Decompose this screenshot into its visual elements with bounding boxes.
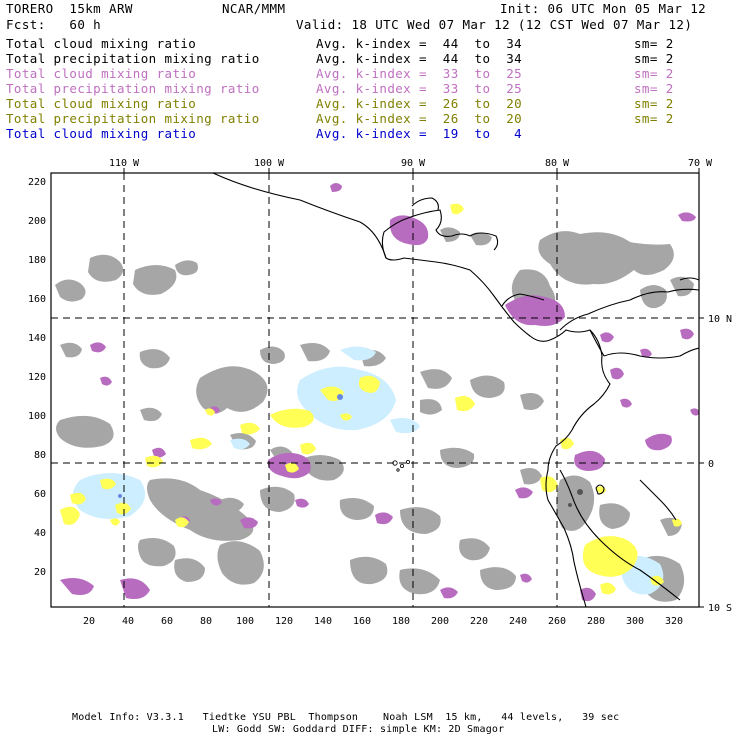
x-tick-label: 60 bbox=[161, 616, 173, 627]
x-tick-label: 80 bbox=[200, 616, 212, 627]
x-tick-label: 300 bbox=[626, 616, 644, 627]
island bbox=[392, 459, 410, 472]
x-tick-label: 320 bbox=[665, 616, 683, 627]
x-tick-label: 280 bbox=[587, 616, 605, 627]
map-plot: 110 W 100 W 90 W 80 W 70 W 10 N 0 10 S 2… bbox=[28, 158, 732, 627]
x-tick-label: 20 bbox=[83, 616, 95, 627]
lat-label: 0 bbox=[708, 459, 714, 470]
x-tick-label: 200 bbox=[431, 616, 449, 627]
y-tick-label: 140 bbox=[28, 333, 46, 344]
y-tick-label: 180 bbox=[28, 255, 46, 266]
lat-label: 10 S bbox=[708, 603, 732, 614]
x-tick-label: 120 bbox=[275, 616, 293, 627]
x-tick-label: 220 bbox=[470, 616, 488, 627]
lon-label: 80 W bbox=[545, 158, 570, 169]
physics-info: LW: Godd SW: Goddard DIFF: simple KM: 2D… bbox=[212, 724, 505, 735]
x-tick-label: 40 bbox=[122, 616, 134, 627]
y-tick-label: 20 bbox=[34, 567, 46, 578]
lon-label: 100 W bbox=[254, 158, 285, 169]
x-tick-label: 140 bbox=[314, 616, 332, 627]
y-tick-label: 40 bbox=[34, 528, 46, 539]
x-tick-label: 260 bbox=[548, 616, 566, 627]
x-tick-label: 240 bbox=[509, 616, 527, 627]
lat-label: 10 N bbox=[708, 314, 732, 325]
lon-label: 110 W bbox=[109, 158, 140, 169]
y-tick-label: 100 bbox=[28, 411, 46, 422]
lon-label: 90 W bbox=[401, 158, 426, 169]
x-tick-label: 100 bbox=[236, 616, 254, 627]
model-info: Model Info: V3.3.1 Tiedtke YSU PBL Thomp… bbox=[72, 712, 620, 723]
lon-label: 70 W bbox=[688, 158, 713, 169]
y-tick-label: 220 bbox=[28, 177, 46, 188]
y-tick-label: 120 bbox=[28, 372, 46, 383]
x-tick-label: 180 bbox=[392, 616, 410, 627]
y-tick-label: 200 bbox=[28, 216, 46, 227]
x-tick-label: 160 bbox=[353, 616, 371, 627]
y-tick-label: 60 bbox=[34, 489, 46, 500]
y-tick-label: 160 bbox=[28, 294, 46, 305]
y-tick-label: 80 bbox=[34, 450, 46, 461]
